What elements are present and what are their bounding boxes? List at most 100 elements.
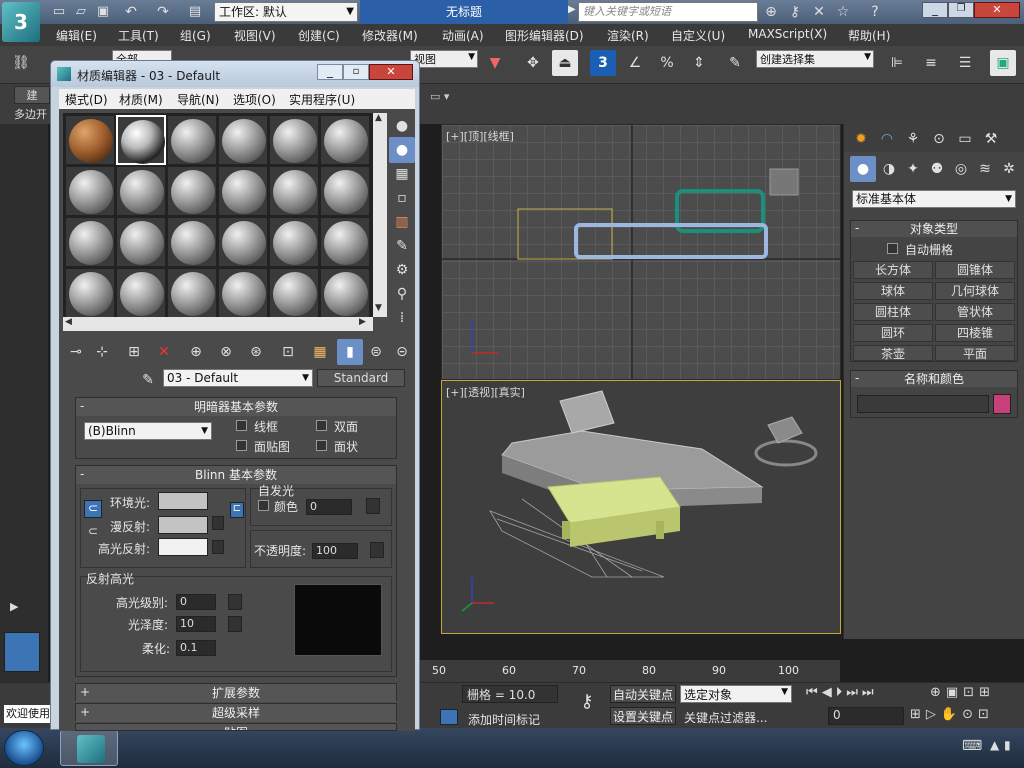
- supersampling-rollout[interactable]: 超级采样 +: [75, 703, 397, 722]
- percent-snap-button[interactable]: %: [654, 50, 680, 76]
- video-color-icon[interactable]: ▥: [389, 209, 415, 235]
- material-sample-slot[interactable]: [116, 268, 166, 318]
- lock-ambient-icon[interactable]: ⊂: [84, 500, 102, 518]
- show-end-result-icon[interactable]: ▦: [307, 339, 333, 365]
- tray-arrow-icon[interactable]: ▲: [990, 738, 999, 752]
- app-logo-icon[interactable]: 3: [2, 2, 40, 42]
- systems-icon[interactable]: ✲: [996, 156, 1022, 182]
- workspace-dropdown[interactable]: 工作区: 默认 ▼: [214, 2, 358, 22]
- material-sample-slot[interactable]: [320, 115, 370, 165]
- menu-create[interactable]: 创建(C): [298, 27, 340, 44]
- material-sample-slot[interactable]: [218, 217, 268, 267]
- cylinder-button[interactable]: 圆柱体: [853, 303, 933, 321]
- me-menu-options[interactable]: 选项(O): [233, 91, 276, 108]
- ambient-swatch[interactable]: [158, 492, 208, 510]
- geometry-icon[interactable]: ●: [850, 156, 876, 182]
- me-menu-mode[interactable]: 模式(D): [65, 91, 108, 108]
- maximize-button[interactable]: ❐: [948, 2, 974, 18]
- diffuse-swatch[interactable]: [158, 516, 208, 534]
- tools-icon[interactable]: ✕: [806, 0, 832, 25]
- blinn-basic-header[interactable]: Blinn 基本参数: [76, 466, 396, 484]
- named-selection-dropdown[interactable]: 创建选择集 ▼: [756, 50, 874, 68]
- layer-manager-icon[interactable]: ☰: [952, 50, 978, 76]
- top-viewport[interactable]: [+][顶][线框]: [441, 124, 841, 380]
- expand-arrow-icon[interactable]: ▶: [10, 600, 18, 613]
- autogrid-checkbox[interactable]: [887, 243, 898, 254]
- network-tray-icon[interactable]: ▮: [1004, 738, 1011, 752]
- current-frame-spinner[interactable]: 0: [828, 707, 904, 725]
- uv-tiling-icon[interactable]: ▫: [389, 185, 415, 211]
- menu-views[interactable]: 视图(V): [234, 27, 276, 44]
- me-close-button[interactable]: ✕: [369, 64, 413, 80]
- align-icon[interactable]: ≡: [918, 50, 944, 76]
- playback-controls[interactable]: ⏮◀⏵⏭⏭: [806, 685, 878, 700]
- specular-swatch[interactable]: [158, 538, 208, 556]
- wire-checkbox[interactable]: [236, 420, 247, 431]
- material-sample-slot[interactable]: [320, 217, 370, 267]
- assign-material-icon[interactable]: ⊞: [121, 339, 147, 365]
- material-sample-slot[interactable]: [116, 115, 166, 165]
- pivot-icon[interactable]: ▼: [482, 50, 508, 76]
- create-tab-icon[interactable]: ✹: [848, 126, 874, 152]
- extended-params-header[interactable]: 扩展参数: [76, 684, 396, 702]
- mirror-icon[interactable]: ⊫: [884, 50, 910, 76]
- opacity-map-button[interactable]: [370, 542, 384, 558]
- star-icon[interactable]: ☆: [830, 0, 856, 25]
- supersampling-header[interactable]: 超级采样: [76, 704, 396, 722]
- material-sample-slot[interactable]: [65, 217, 115, 267]
- material-sample-slot[interactable]: [218, 115, 268, 165]
- menu-graph-editors[interactable]: 图形编辑器(D): [505, 27, 584, 44]
- start-button[interactable]: [4, 730, 44, 766]
- angle-snap-icon[interactable]: ∠: [622, 50, 648, 76]
- maps-header[interactable]: 贴图: [76, 724, 396, 730]
- menu-help[interactable]: 帮助(H): [848, 27, 890, 44]
- select-by-material-icon[interactable]: ⚲: [389, 281, 415, 307]
- object-category-dropdown[interactable]: 标准基本体 ▼: [852, 190, 1016, 208]
- glossiness-spinner[interactable]: 10: [176, 616, 216, 632]
- shapes-icon[interactable]: ◑: [876, 156, 902, 182]
- material-sample-slot[interactable]: [218, 166, 268, 216]
- sphere-button[interactable]: 球体: [853, 282, 933, 300]
- faceted-checkbox[interactable]: [316, 440, 327, 451]
- plane-button[interactable]: 平面: [935, 345, 1015, 361]
- backlight-icon[interactable]: ●: [389, 137, 415, 163]
- face-map-checkbox[interactable]: [236, 440, 247, 451]
- motion-tab-icon[interactable]: ⊙: [926, 126, 952, 152]
- material-sample-slot[interactable]: [269, 268, 319, 318]
- add-time-tag-label[interactable]: 添加时间标记: [468, 711, 540, 728]
- extended-params-rollout[interactable]: 扩展参数 +: [75, 683, 397, 702]
- object-type-header[interactable]: 对象类型: [851, 221, 1017, 237]
- help-icon[interactable]: ?: [862, 0, 888, 25]
- menu-edit[interactable]: 编辑(E): [56, 27, 97, 44]
- undo-icon[interactable]: ↶: [118, 0, 144, 25]
- two-sided-checkbox[interactable]: [316, 420, 327, 431]
- binoculars-icon[interactable]: ⊕: [758, 0, 784, 25]
- welcome-field[interactable]: 欢迎使用: [4, 705, 52, 723]
- me-menu-utilities[interactable]: 实用程序(U): [289, 91, 355, 108]
- link-icon[interactable]: ⛓: [8, 50, 34, 76]
- material-sample-slot[interactable]: [116, 166, 166, 216]
- me-menu-material[interactable]: 材质(M): [119, 91, 163, 108]
- eyedropper-icon[interactable]: ✎: [135, 367, 161, 393]
- diffuse-map-button[interactable]: [212, 516, 224, 530]
- utilities-tab-icon[interactable]: ⚒: [978, 126, 1004, 152]
- background-icon[interactable]: ▦: [389, 161, 415, 187]
- search-input[interactable]: 键入关键字或短语: [578, 2, 758, 22]
- snap-toggle-button[interactable]: 3: [590, 50, 616, 76]
- make-unique-icon[interactable]: ⊕: [183, 339, 209, 365]
- pick-material-icon[interactable]: ⊝: [389, 339, 415, 365]
- menu-modifiers[interactable]: 修改器(M): [362, 27, 418, 44]
- spinner-snap-icon[interactable]: ⇕: [686, 50, 712, 76]
- space-warps-icon[interactable]: ≋: [972, 156, 998, 182]
- material-sample-slot[interactable]: [269, 115, 319, 165]
- shader-basic-header[interactable]: 明暗器基本参数: [76, 398, 396, 416]
- me-minimize-button[interactable]: _: [317, 64, 343, 80]
- scroll-down-icon[interactable]: ▼: [375, 303, 382, 313]
- scroll-right-icon[interactable]: ▶: [359, 317, 366, 327]
- reference-coord-dropdown[interactable]: 视图 ▼: [410, 50, 478, 68]
- material-map-navigator-icon[interactable]: ⁞: [389, 305, 415, 331]
- torus-button[interactable]: 圆环: [853, 324, 933, 342]
- material-sample-slot[interactable]: [167, 268, 217, 318]
- slots-scrollbar[interactable]: ▲ ▼: [373, 113, 387, 317]
- perspective-viewport[interactable]: [+][透视][真实]: [441, 380, 841, 634]
